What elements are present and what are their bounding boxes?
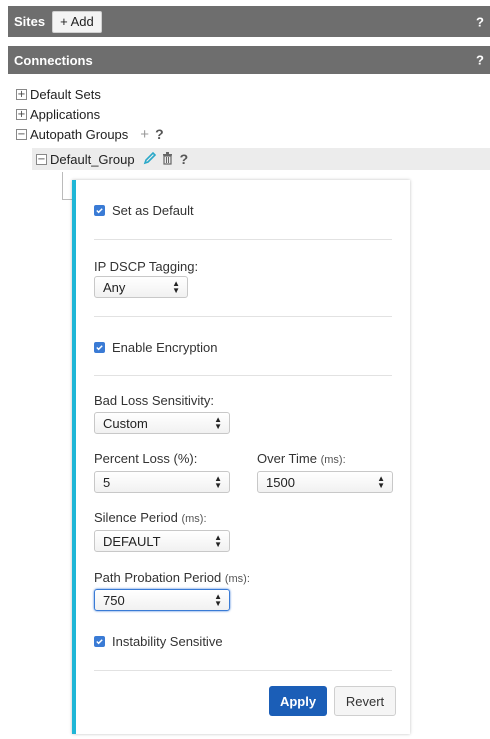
tree-item-autopath-groups[interactable]: − Autopath Groups + ?	[16, 124, 490, 144]
bad-loss-label: Bad Loss Sensitivity:	[94, 393, 214, 408]
select-arrows-icon: ▲ ▼	[214, 592, 222, 608]
group-settings-panel: Set as Default IP DSCP Tagging: Any ▲ ▼ E…	[72, 180, 410, 734]
percent-loss-select[interactable]: 5 ▲ ▼	[94, 471, 230, 493]
tree-connector	[62, 199, 72, 200]
trash-icon[interactable]	[161, 151, 174, 168]
silence-period-label: Silence Period (ms):	[94, 510, 207, 525]
select-arrows-icon: ▲ ▼	[214, 474, 222, 490]
path-probation-label: Path Probation Period (ms):	[94, 570, 250, 585]
tree-item-applications[interactable]: + Applications	[16, 104, 490, 124]
set-default-row[interactable]: Set as Default	[94, 203, 194, 218]
help-icon[interactable]: ?	[155, 126, 164, 142]
path-probation-text: Path Probation Period	[94, 570, 222, 585]
bad-loss-select[interactable]: Custom ▲ ▼	[94, 412, 230, 434]
over-time-select[interactable]: 1500 ▲ ▼	[257, 471, 393, 493]
over-time-text: Over Time	[257, 451, 317, 466]
path-probation-select[interactable]: 750 ▲ ▼	[94, 589, 230, 611]
bad-loss-value: Custom	[103, 415, 148, 431]
silence-text: Silence Period	[94, 510, 178, 525]
collapse-icon[interactable]: −	[16, 128, 27, 140]
help-icon[interactable]: ?	[180, 151, 189, 167]
over-time-unit: (ms):	[320, 454, 346, 466]
group-label[interactable]: Default_Group	[50, 152, 135, 167]
add-site-button[interactable]: + Add	[52, 10, 102, 33]
select-arrows-icon: ▲ ▼	[172, 279, 180, 295]
pencil-icon[interactable]	[143, 151, 157, 168]
encryption-row[interactable]: Enable Encryption	[94, 340, 218, 355]
ip-dscp-select[interactable]: Any ▲ ▼	[94, 276, 188, 298]
select-arrows-icon: ▲ ▼	[377, 474, 385, 490]
tree-item-default-group[interactable]: − Default_Group ?	[32, 148, 490, 170]
select-arrows-icon: ▲ ▼	[214, 415, 222, 431]
divider	[94, 670, 392, 671]
over-time-value: 1500	[266, 474, 295, 490]
over-time-label: Over Time (ms):	[257, 451, 346, 466]
ip-dscp-label: IP DSCP Tagging:	[94, 259, 199, 274]
apply-button[interactable]: Apply	[269, 686, 327, 716]
silence-value: DEFAULT	[103, 533, 161, 549]
sites-header: Sites + Add ?	[8, 6, 490, 37]
instability-row[interactable]: Instability Sensitive	[94, 634, 223, 649]
percent-loss-label: Percent Loss (%):	[94, 451, 198, 466]
connections-tree: + Default Sets + Applications − Autopath…	[16, 84, 490, 144]
encryption-label: Enable Encryption	[112, 340, 218, 355]
tree-item-label[interactable]: Autopath Groups	[30, 127, 128, 142]
sites-help-icon[interactable]: ?	[476, 14, 484, 29]
percent-loss-value: 5	[103, 474, 111, 490]
instability-label: Instability Sensitive	[112, 634, 223, 649]
silence-period-select[interactable]: DEFAULT ▲ ▼	[94, 530, 230, 552]
revert-button[interactable]: Revert	[334, 686, 396, 716]
tree-item-label[interactable]: Default Sets	[30, 87, 101, 102]
tree-item-label[interactable]: Applications	[30, 107, 100, 122]
path-probation-value: 750	[103, 592, 125, 608]
add-group-icon[interactable]: +	[140, 126, 149, 143]
set-default-label: Set as Default	[112, 203, 194, 218]
encryption-checkbox[interactable]	[94, 342, 105, 353]
connections-header: Connections ?	[8, 46, 490, 74]
tree-connector	[62, 172, 63, 200]
connections-help-icon[interactable]: ?	[476, 53, 484, 68]
expand-icon[interactable]: +	[16, 88, 27, 100]
ip-dscp-value: Any	[103, 279, 126, 295]
divider	[94, 239, 392, 240]
connections-title: Connections	[14, 52, 93, 68]
tree-item-default-sets[interactable]: + Default Sets	[16, 84, 490, 104]
collapse-icon[interactable]: −	[36, 153, 47, 165]
divider	[94, 316, 392, 317]
select-arrows-icon: ▲ ▼	[214, 533, 222, 549]
divider	[94, 375, 392, 376]
silence-unit: (ms):	[181, 513, 207, 525]
set-default-checkbox[interactable]	[94, 205, 105, 216]
sites-title: Sites	[14, 14, 46, 29]
instability-checkbox[interactable]	[94, 636, 105, 647]
path-probation-unit: (ms):	[224, 573, 250, 585]
expand-icon[interactable]: +	[16, 108, 27, 120]
